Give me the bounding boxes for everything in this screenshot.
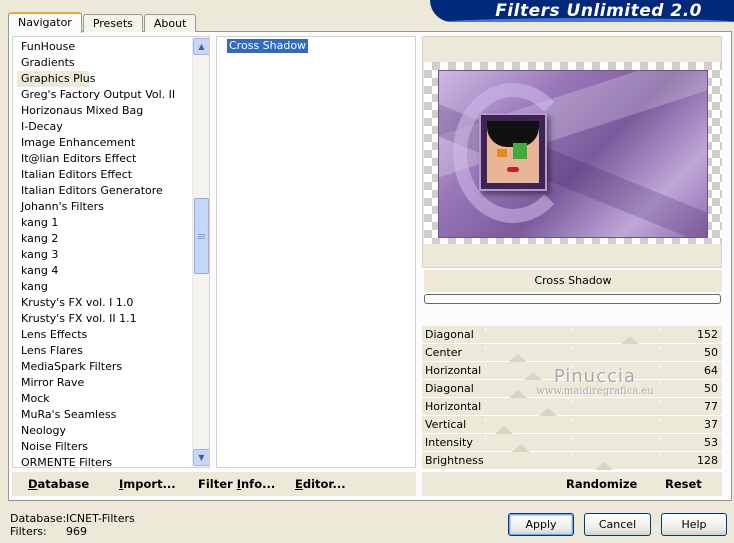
slider-label: Horizontal [425, 400, 482, 413]
category-item[interactable]: Greg's Factory Output Vol. II [13, 87, 193, 103]
slider-label: Diagonal [425, 328, 474, 341]
help-button[interactable]: Help [661, 513, 727, 536]
title-banner: Filters Unlimited 2.0 [430, 0, 734, 22]
tab-presets[interactable]: Presets [82, 14, 143, 32]
slider-row[interactable]: Brightness 128 [422, 452, 722, 470]
category-item[interactable]: MuRa's Seamless [13, 407, 193, 423]
slider-value: 152 [697, 328, 718, 341]
category-item[interactable]: Lens Effects [13, 327, 193, 343]
slider-thumb[interactable] [595, 462, 613, 470]
chevron-down-icon: ▼ [198, 453, 205, 462]
category-item[interactable]: kang 2 [13, 231, 193, 247]
slider-thumb[interactable] [621, 336, 639, 344]
category-item[interactable]: kang [13, 279, 193, 295]
preview-image [438, 70, 708, 238]
slider-thumb[interactable] [509, 354, 527, 362]
slider-label: Intensity [425, 436, 473, 449]
database-button[interactable]: Database [28, 477, 89, 491]
import-button[interactable]: Import... [119, 477, 176, 491]
database-status-value: ICNET-Filters [66, 512, 135, 525]
progress-bar [424, 294, 721, 304]
slider-thumb[interactable] [495, 426, 513, 434]
category-item[interactable]: ORMENTE Filters [13, 455, 193, 467]
slider-row[interactable]: Diagonal 50 [422, 380, 722, 398]
slider-row[interactable]: Vertical 37 [422, 416, 722, 434]
filter-name-label: Cross Shadow [424, 270, 722, 292]
slider-row[interactable]: Center 50 [422, 344, 722, 362]
slider-value: 50 [704, 346, 718, 359]
category-item[interactable]: Lens Flares [13, 343, 193, 359]
category-item[interactable]: Neology [13, 423, 193, 439]
filter-list[interactable]: Cross Shadow [216, 36, 416, 468]
slider-thumb[interactable] [509, 390, 527, 398]
database-status-label: Database: [10, 512, 67, 525]
scroll-thumb[interactable] [194, 198, 209, 274]
preview-actions-bar: Randomize Reset [422, 472, 722, 496]
category-item[interactable]: Krusty's FX vol. II 1.1 [13, 311, 193, 327]
grip-icon [198, 233, 205, 239]
slider-label: Brightness [425, 454, 484, 467]
slider-row[interactable]: Intensity 53 [422, 434, 722, 452]
slider-value: 77 [704, 400, 718, 413]
cancel-button[interactable]: Cancel [584, 513, 651, 536]
slider-value: 53 [704, 436, 718, 449]
category-item[interactable]: Krusty's FX vol. I 1.0 [13, 295, 193, 311]
tab-navigator[interactable]: Navigator [8, 12, 82, 33]
chevron-up-icon: ▲ [198, 42, 205, 51]
category-item[interactable]: kang 4 [13, 263, 193, 279]
scroll-up-button[interactable]: ▲ [193, 38, 209, 55]
editor-button[interactable]: Editor... [295, 477, 346, 491]
reset-button[interactable]: Reset [665, 477, 702, 491]
status-info: Database: ICNET-Filters Filters: 969 [10, 512, 135, 538]
category-scrollbar[interactable]: ▲ ▼ [192, 37, 209, 467]
category-item[interactable]: Graphics Plus [17, 71, 95, 87]
slider-label: Horizontal [425, 364, 482, 377]
slider-label: Diagonal [425, 382, 474, 395]
preview-portrait [487, 121, 539, 183]
category-item[interactable]: I-Decay [13, 119, 193, 135]
apply-button[interactable]: Apply [508, 513, 574, 536]
slider-value: 64 [704, 364, 718, 377]
slider-label: Center [425, 346, 463, 359]
randomize-button[interactable]: Randomize [566, 477, 637, 491]
preview-portrait-frame [479, 113, 547, 191]
slider-row[interactable]: Diagonal 152 [422, 326, 722, 344]
filter-item[interactable]: Cross Shadow [227, 39, 309, 53]
category-item[interactable]: Italian Editors Generatore [13, 183, 193, 199]
category-item[interactable]: Gradients [13, 55, 193, 71]
scroll-down-button[interactable]: ▼ [193, 449, 209, 466]
slider-value: 37 [704, 418, 718, 431]
category-item[interactable]: kang 3 [13, 247, 193, 263]
filters-count-value: 969 [66, 525, 87, 538]
category-items: FunHouse Gradients Graphics Plus Greg's Fac… [13, 39, 193, 467]
slider-label: Vertical [425, 418, 467, 431]
slider-row[interactable]: Horizontal 77 [422, 398, 722, 416]
category-item[interactable]: Noise Filters [13, 439, 193, 455]
category-item[interactable]: Image Enhancement [13, 135, 193, 151]
slider-value: 50 [704, 382, 718, 395]
category-item[interactable]: Italian Editors Effect [13, 167, 193, 183]
category-item[interactable]: Horizonaus Mixed Bag [13, 103, 193, 119]
tab-bar: Navigator Presets About [8, 10, 197, 33]
parameter-sliders: Diagonal 152 Center 50 Horizontal 64 Diagonal 5… [422, 326, 722, 470]
slider-row[interactable]: Horizontal 64 [422, 362, 722, 380]
category-item[interactable]: Johann's Filters [13, 199, 193, 215]
tab-about[interactable]: About [143, 14, 197, 32]
filter-info-button[interactable]: Filter Info... [198, 477, 275, 491]
filters-count-label: Filters: [10, 525, 47, 538]
category-item[interactable]: Mirror Rave [13, 375, 193, 391]
slider-thumb[interactable] [539, 408, 557, 416]
list-actions-bar: Database Import... Filter Info... Editor… [12, 472, 416, 496]
category-list[interactable]: FunHouse Gradients Graphics Plus Greg's Fac… [12, 36, 210, 468]
slider-thumb[interactable] [524, 372, 542, 380]
category-item[interactable]: MediaSpark Filters [13, 359, 193, 375]
category-item[interactable]: It@lian Editors Effect [13, 151, 193, 167]
slider-value: 128 [697, 454, 718, 467]
slider-thumb[interactable] [512, 444, 530, 452]
category-item[interactable]: Mock [13, 391, 193, 407]
category-item[interactable]: kang 1 [13, 215, 193, 231]
category-item[interactable]: FunHouse [13, 39, 193, 55]
banner-title: Filters Unlimited 2.0 [495, 1, 702, 21]
